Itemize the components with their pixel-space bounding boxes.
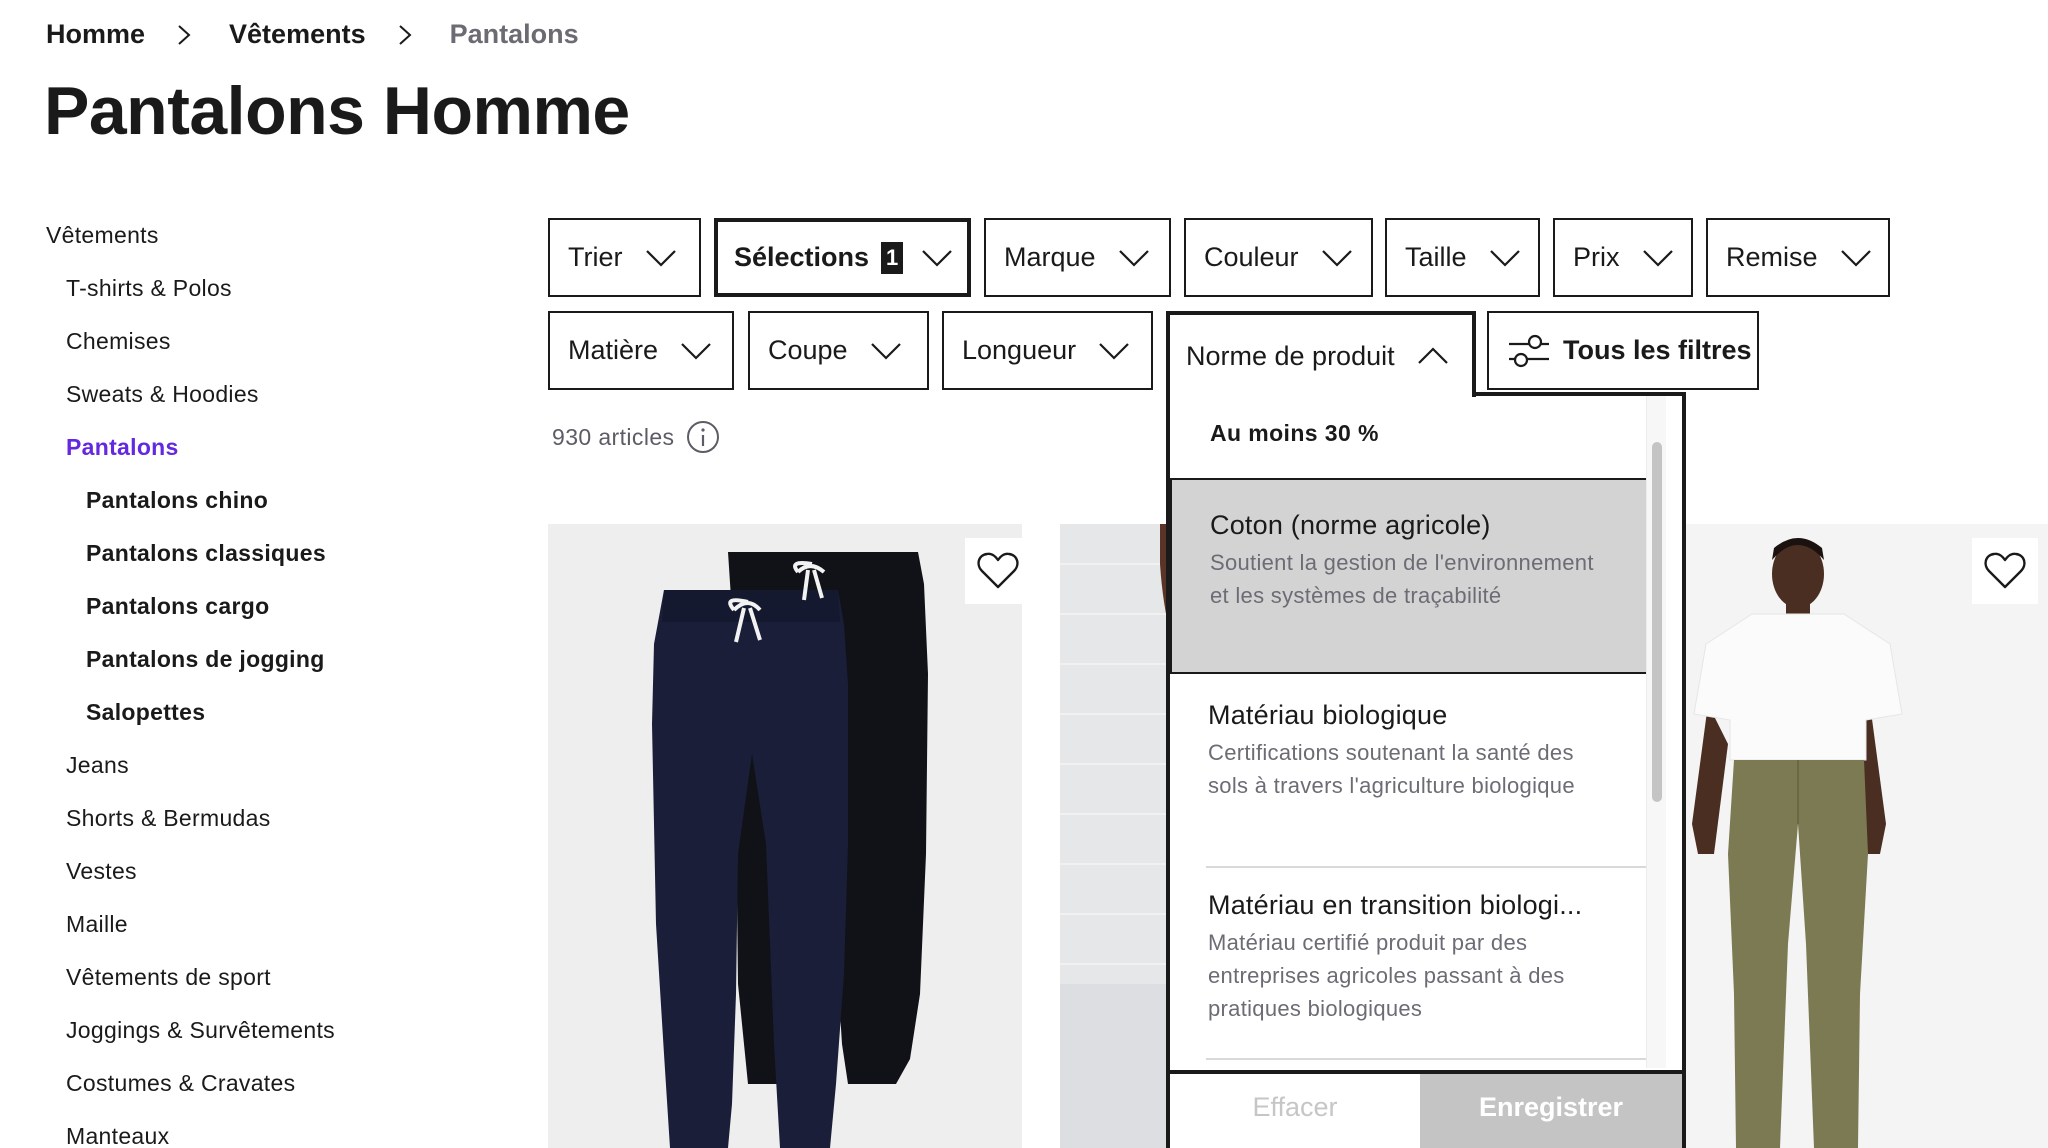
chevron-down-icon bbox=[1118, 249, 1149, 267]
sidebar-item-salopettes[interactable]: Salopettes bbox=[86, 699, 205, 726]
filter-label: Matière bbox=[568, 335, 659, 365]
filter-taille[interactable]: Taille bbox=[1385, 218, 1540, 297]
chevron-right-icon bbox=[165, 16, 209, 52]
scrollbar-thumb[interactable] bbox=[1652, 442, 1662, 802]
sidebar-item-joggings-survetements[interactable]: Joggings & Survêtements bbox=[66, 1017, 335, 1044]
dropdown-footer: Effacer Enregistrer bbox=[1170, 1070, 1682, 1148]
selection-count-badge: 1 bbox=[881, 241, 904, 274]
breadcrumb-vetements[interactable]: Vêtements bbox=[229, 19, 366, 50]
chevron-down-icon bbox=[1840, 249, 1871, 267]
clear-button[interactable]: Effacer bbox=[1170, 1074, 1420, 1148]
results-count-label: 930 articles bbox=[552, 423, 675, 450]
sliders-icon bbox=[1509, 334, 1549, 367]
sidebar-item-vestes[interactable]: Vestes bbox=[66, 858, 137, 885]
product-card[interactable] bbox=[1670, 524, 2048, 1148]
filter-label: Coupe bbox=[768, 335, 848, 365]
product-image bbox=[1670, 524, 2048, 1148]
dropdown-option-materiau-biologique[interactable]: Matériau biologique Certifications soute… bbox=[1170, 674, 1658, 866]
filter-label: Sélections bbox=[734, 242, 870, 272]
sidebar-item-manteaux[interactable]: Manteaux bbox=[66, 1123, 169, 1148]
filter-label: Prix bbox=[1573, 242, 1620, 272]
sidebar-item-chemises[interactable]: Chemises bbox=[66, 328, 171, 355]
option-divider bbox=[1206, 1058, 1658, 1060]
dropdown-option-coton[interactable]: Coton (norme agricole) Soutient la gesti… bbox=[1170, 478, 1658, 674]
dropdown-scrollbar[interactable] bbox=[1646, 396, 1666, 1068]
sidebar-item-maille[interactable]: Maille bbox=[66, 911, 128, 938]
filter-trier[interactable]: Trier bbox=[548, 218, 701, 297]
page-title: Pantalons Homme bbox=[44, 73, 630, 149]
info-icon[interactable] bbox=[686, 420, 720, 454]
sidebar-item-vetements-sport[interactable]: Vêtements de sport bbox=[66, 964, 271, 991]
filter-remise[interactable]: Remise bbox=[1706, 218, 1890, 297]
filter-label: Longueur bbox=[962, 335, 1077, 365]
save-button[interactable]: Enregistrer bbox=[1420, 1074, 1682, 1148]
breadcrumb-homme[interactable]: Homme bbox=[46, 19, 145, 50]
filter-coupe[interactable]: Coupe bbox=[748, 311, 929, 390]
filter-prix[interactable]: Prix bbox=[1553, 218, 1693, 297]
chevron-down-icon bbox=[1321, 249, 1352, 267]
filter-label: Taille bbox=[1405, 242, 1467, 272]
favorite-button[interactable] bbox=[965, 538, 1022, 604]
chevron-up-icon bbox=[1417, 347, 1448, 364]
option-description: Matériau certifié produit par des entrep… bbox=[1208, 930, 1565, 1021]
option-title: Matériau biologique bbox=[1208, 700, 1448, 730]
sidebar-item-shorts-bermudas[interactable]: Shorts & Bermudas bbox=[66, 805, 271, 832]
filter-label: Tous les filtres bbox=[1563, 335, 1752, 365]
heart-icon bbox=[977, 552, 1019, 589]
chevron-down-icon bbox=[870, 342, 901, 360]
filter-label: Remise bbox=[1726, 242, 1818, 272]
filter-longueur[interactable]: Longueur bbox=[942, 311, 1153, 390]
dropdown-option-materiau-transition[interactable]: Matériau en transition biologi... Matéri… bbox=[1170, 868, 1658, 1058]
heart-icon bbox=[1984, 552, 2026, 589]
chevron-down-icon bbox=[645, 249, 676, 267]
breadcrumb: Homme Vêtements Pantalons bbox=[46, 16, 579, 52]
option-title: Coton (norme agricole) bbox=[1210, 510, 1491, 540]
filter-marque[interactable]: Marque bbox=[984, 218, 1171, 297]
product-card[interactable] bbox=[548, 524, 1022, 1148]
sidebar-item-jeans[interactable]: Jeans bbox=[66, 752, 129, 779]
sidebar-item-pantalons-jogging[interactable]: Pantalons de jogging bbox=[86, 646, 325, 673]
chevron-down-icon bbox=[922, 249, 952, 267]
chevron-right-icon bbox=[386, 16, 430, 52]
chevron-down-icon bbox=[1642, 249, 1673, 267]
filter-couleur[interactable]: Couleur bbox=[1184, 218, 1373, 297]
product-image bbox=[1060, 524, 1180, 1148]
sidebar-item-pantalons-cargo[interactable]: Pantalons cargo bbox=[86, 593, 269, 620]
breadcrumb-pantalons: Pantalons bbox=[449, 18, 579, 49]
filter-label: Trier bbox=[568, 242, 623, 272]
filter-label: Norme de produit bbox=[1186, 340, 1395, 371]
sidebar-item-costumes-cravates[interactable]: Costumes & Cravates bbox=[66, 1070, 295, 1097]
sidebar-item-sweats-hoodies[interactable]: Sweats & Hoodies bbox=[66, 381, 259, 408]
product-card[interactable] bbox=[1060, 524, 1180, 1148]
sidebar-item-pantalons-classiques[interactable]: Pantalons classiques bbox=[86, 540, 326, 567]
dropdown-section-header: Au moins 30 % bbox=[1210, 420, 1379, 446]
chevron-down-icon bbox=[1099, 342, 1129, 360]
sidebar-item-pantalons[interactable]: Pantalons bbox=[66, 434, 179, 461]
sidebar-item-pantalons-chino[interactable]: Pantalons chino bbox=[86, 487, 268, 514]
results-count: 930 articles bbox=[552, 420, 720, 454]
sidebar-item-tshirts-polos[interactable]: T-shirts & Polos bbox=[66, 275, 232, 302]
option-description: Soutient la gestion de l'environnement e… bbox=[1210, 550, 1594, 608]
product-image bbox=[548, 524, 1022, 1148]
favorite-button[interactable] bbox=[1972, 538, 2038, 604]
chevron-down-icon bbox=[1489, 249, 1520, 267]
option-description: Certifications soutenant la santé des so… bbox=[1208, 740, 1575, 798]
option-title: Matériau en transition biologi... bbox=[1208, 890, 1583, 920]
filter-selections[interactable]: Sélections 1 bbox=[714, 218, 971, 297]
norme-produit-dropdown: Au moins 30 % Coton (norme agricole) Sou… bbox=[1166, 392, 1686, 1148]
filter-label: Couleur bbox=[1204, 242, 1299, 272]
sidebar-item-vetements[interactable]: Vêtements bbox=[46, 222, 159, 249]
filter-label: Marque bbox=[1004, 242, 1096, 272]
chevron-down-icon bbox=[681, 342, 711, 360]
filter-norme-produit[interactable]: Norme de produit bbox=[1166, 311, 1476, 397]
filter-matiere[interactable]: Matière bbox=[548, 311, 734, 390]
all-filters-button[interactable]: Tous les filtres bbox=[1487, 311, 1759, 390]
